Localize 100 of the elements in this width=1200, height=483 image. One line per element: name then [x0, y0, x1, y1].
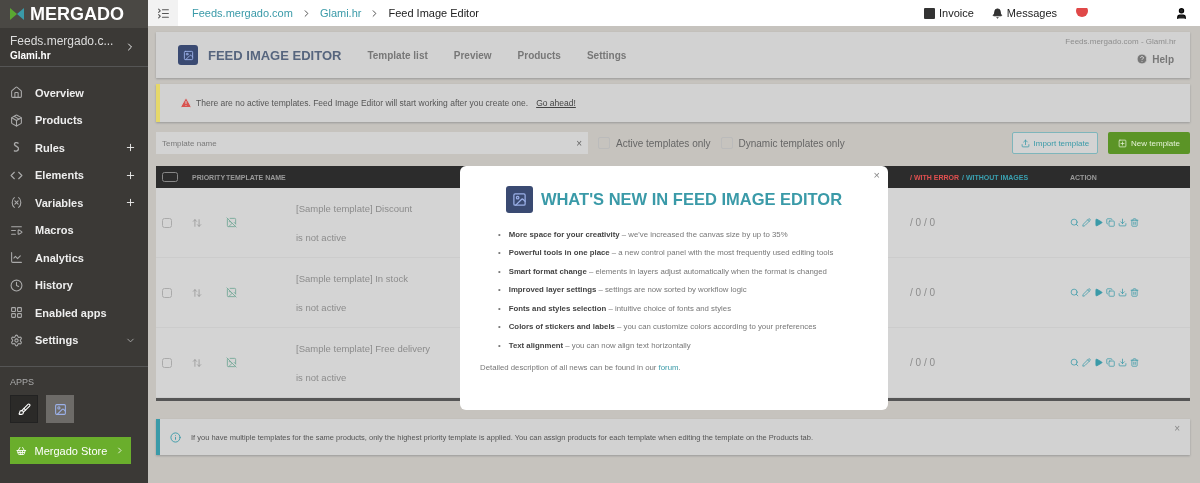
template-status: is not active	[296, 231, 347, 243]
grid-icon	[10, 306, 23, 320]
account-subtitle: Glami.hr	[10, 49, 52, 61]
trash-icon[interactable]	[1130, 288, 1139, 297]
app-logo-icon	[178, 45, 198, 65]
play-icon[interactable]	[1094, 288, 1103, 297]
plus-icon	[125, 197, 136, 209]
plus-icon	[125, 169, 136, 181]
upload-icon	[1020, 138, 1030, 148]
account-title: Feeds.mergado.c...	[10, 33, 114, 48]
import-button[interactable]: Import template	[1011, 132, 1099, 154]
priority-handle-icon[interactable]	[192, 217, 202, 228]
template-name[interactable]: [Sample template] In stock	[296, 272, 408, 284]
template-name[interactable]: [Sample template] Free delivery	[296, 342, 431, 354]
alert-text: There are no active templates. Feed Image Editor will start working after you create one.	[196, 98, 529, 108]
download-icon[interactable]	[1118, 288, 1127, 297]
logo-icon	[10, 8, 24, 20]
variable-icon	[10, 196, 23, 210]
template-status: is not active	[296, 301, 347, 313]
priority-handle-icon[interactable]	[192, 287, 202, 298]
nav-tab[interactable]: Products	[517, 49, 561, 61]
new-template-button[interactable]: New template	[1108, 132, 1190, 154]
app-title: FEED IMAGE EDITOR	[208, 47, 342, 63]
apps-label: APPS	[9, 376, 35, 389]
help-link[interactable]: Help	[1136, 53, 1174, 65]
broken-image-icon	[226, 217, 237, 228]
search-icon[interactable]	[1070, 218, 1079, 227]
plus-icon	[125, 142, 136, 154]
search-icon[interactable]	[1070, 288, 1079, 297]
sidebar-item[interactable]: Enabled apps	[0, 299, 148, 327]
sidebar-item[interactable]: Analytics	[0, 244, 148, 272]
invoice-link[interactable]: Invoice	[924, 7, 974, 19]
trash-icon[interactable]	[1130, 218, 1139, 227]
download-icon[interactable]	[1118, 218, 1127, 227]
brush-icon	[17, 402, 31, 416]
template-status: is not active	[296, 371, 347, 383]
nav-tab[interactable]: Settings	[586, 49, 627, 61]
filter-checkbox[interactable]: Dynamic templates only	[720, 137, 845, 149]
download-icon[interactable]	[1118, 358, 1127, 367]
app-button[interactable]	[10, 395, 38, 423]
filter-checkbox[interactable]: Active templates only	[598, 137, 711, 149]
copy-icon[interactable]	[1106, 218, 1115, 227]
row-checkbox[interactable]	[162, 357, 172, 368]
chevron-right-icon	[115, 445, 125, 456]
store-button[interactable]: Mergado Store	[10, 437, 131, 464]
list-icon	[10, 223, 23, 237]
sidebar-item[interactable]: Overview	[0, 79, 148, 107]
template-name-select[interactable]: Template name ×	[156, 132, 588, 154]
breadcrumb: Feed Image Editor	[388, 7, 479, 19]
play-icon[interactable]	[1094, 358, 1103, 367]
row-checkbox[interactable]	[162, 217, 172, 228]
broken-image-icon	[226, 287, 237, 298]
sidebar-item[interactable]: Products	[0, 106, 148, 134]
search-icon[interactable]	[1070, 358, 1079, 367]
select-all-checkbox[interactable]	[162, 172, 178, 182]
breadcrumb[interactable]: Glami.hr	[319, 7, 362, 19]
nav-tab[interactable]: Template list	[367, 49, 428, 61]
close-button[interactable]: ×	[873, 169, 880, 181]
breadcrumb[interactable]: Feeds.mergado.com	[192, 7, 293, 19]
invoice-icon	[924, 7, 935, 19]
app-logo-icon	[505, 186, 533, 213]
home-icon	[10, 86, 23, 100]
dialog-title: WHAT'S NEW IN FEED IMAGE EDITOR	[540, 190, 843, 209]
product-counts: / 0 / 0	[910, 217, 936, 228]
copy-icon[interactable]	[1106, 288, 1115, 297]
logo[interactable]: MERGADO	[0, 0, 148, 28]
clock-icon	[10, 278, 23, 292]
trash-icon[interactable]	[1130, 358, 1139, 367]
logo-text: MERGADO	[30, 3, 124, 25]
sidebar-item[interactable]: Variables	[0, 189, 148, 217]
messages-link[interactable]: Messages	[991, 7, 1057, 19]
pencil-icon[interactable]	[1082, 358, 1091, 367]
product-counts: / 0 / 0	[910, 357, 936, 368]
priority-handle-icon[interactable]	[192, 357, 202, 368]
chart-icon	[10, 251, 23, 265]
basket-icon	[16, 444, 27, 457]
pencil-icon[interactable]	[1082, 288, 1091, 297]
settings-icon	[10, 333, 23, 347]
plus-icon	[1118, 138, 1128, 148]
go-ahead-link[interactable]: Go ahead!	[536, 98, 576, 108]
sidebar-item[interactable]: Settings	[0, 326, 148, 354]
close-button[interactable]: ×	[1174, 423, 1180, 434]
play-icon[interactable]	[1094, 218, 1103, 227]
sidebar-item[interactable]: History	[0, 271, 148, 299]
warning-icon	[180, 97, 192, 109]
product-counts: / 0 / 0	[910, 287, 936, 298]
info-icon	[170, 431, 181, 443]
row-checkbox[interactable]	[162, 287, 172, 298]
pencil-icon[interactable]	[1082, 218, 1091, 227]
sidebar-item[interactable]: Elements	[0, 161, 148, 189]
clear-icon[interactable]: ×	[576, 137, 582, 149]
user-icon[interactable]	[1175, 6, 1188, 20]
copy-icon[interactable]	[1106, 358, 1115, 367]
template-name[interactable]: [Sample template] Discount	[296, 202, 413, 214]
bell-icon	[991, 7, 1003, 19]
help-icon	[1136, 53, 1149, 65]
sidebar-item[interactable]: Rules	[0, 134, 148, 162]
nav-tab[interactable]: Preview	[453, 49, 492, 61]
sidebar-item[interactable]: Macros	[0, 216, 148, 244]
collapse-button[interactable]	[148, 0, 178, 26]
